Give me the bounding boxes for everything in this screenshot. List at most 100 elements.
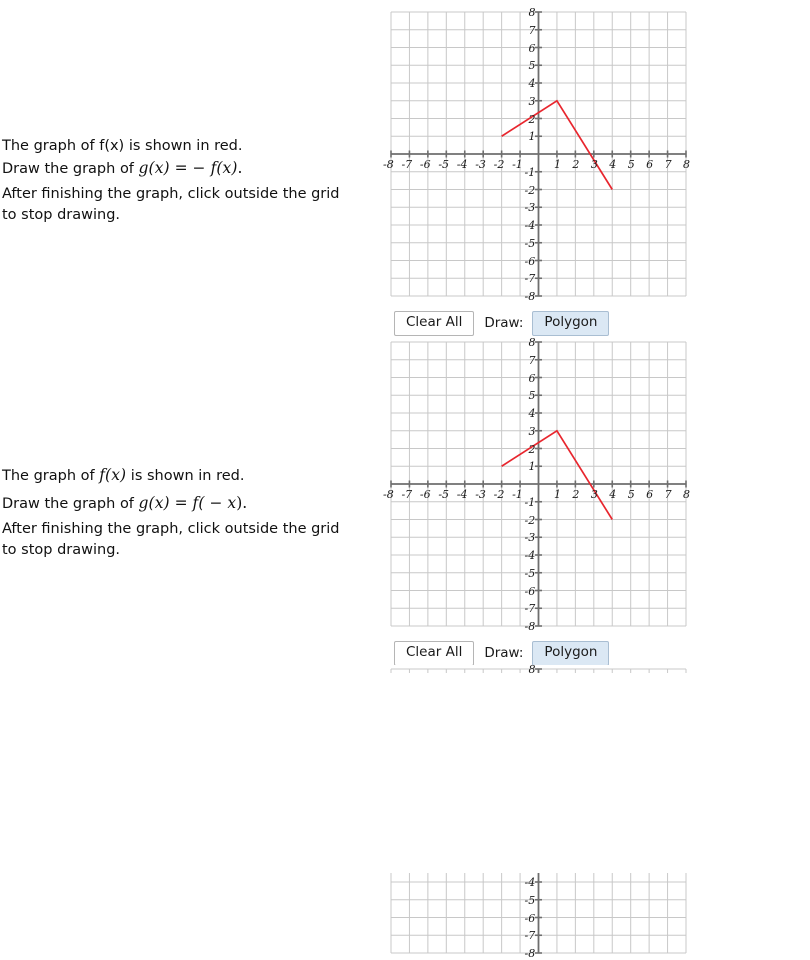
draw-mode-label: Draw: xyxy=(484,315,524,332)
y-axis-label: 2 xyxy=(528,112,536,126)
y-axis-label: -5 xyxy=(524,236,536,250)
prompt2-line-2-f-open: f( xyxy=(192,493,205,512)
y-axis-label: -3 xyxy=(524,201,536,215)
prompt2-line-2-minus-sign: − xyxy=(204,493,228,512)
prompt-line-2-period: . xyxy=(237,158,243,177)
prompt-line-1: The graph of f(x) is shown in red. xyxy=(2,136,372,157)
graph-controls-1: Clear All Draw: Polygon xyxy=(394,311,610,336)
x-axis-label: 2 xyxy=(572,158,580,171)
problem-1-prompt: The graph of f(x) is shown in red. Draw … xyxy=(2,136,372,225)
prompt-line-2-minus-sign: − xyxy=(192,158,206,177)
y-axis-label: 2 xyxy=(528,442,536,456)
y-axis-label: 3 xyxy=(528,424,536,438)
x-axis-label: 6 xyxy=(646,158,654,171)
axis-lines-2 xyxy=(391,342,686,626)
y-axis-label: -4 xyxy=(524,549,536,562)
y-axis-label: -4 xyxy=(524,219,536,232)
x-axis-label: -6 xyxy=(419,488,431,501)
prompt-line-1-pre: The graph of xyxy=(2,138,100,154)
graph-panel-1[interactable]: -8 -7 -6 -5 -4 -3 -2 -1 1 2 3 4 5 6 7 8 8 7 6 5 4 3 2 1 -1 -2 -3 -4… xyxy=(383,6,694,303)
x-axis-label: 5 xyxy=(627,488,635,501)
y-axis-label: -5 xyxy=(524,893,536,907)
y-axis-label: -6 xyxy=(524,254,536,268)
prompt2-line-1-pre: The graph of xyxy=(2,468,100,484)
prompt-line-2-equals: = xyxy=(169,158,193,177)
y-axis-label: 6 xyxy=(528,41,536,55)
y-axis-label: -1 xyxy=(524,495,536,509)
x-axis-label: -4 xyxy=(456,488,468,501)
prompt2-line-3: After finishing the graph, click outside… xyxy=(2,521,340,558)
y-axis-label: -5 xyxy=(524,566,536,580)
y-axis-label: 7 xyxy=(528,23,536,37)
y-axis-label: -2 xyxy=(524,183,536,197)
clear-all-button[interactable]: Clear All xyxy=(394,311,475,336)
y-axis-label: 8 xyxy=(528,336,536,349)
prompt2-line-2-g-of-x: g(x) xyxy=(138,493,170,512)
x-axis-label: -1 xyxy=(512,158,523,171)
prompt-line-2-g-of-x: g(x) xyxy=(138,158,170,177)
graph-controls-2: Clear All Draw: Polygon xyxy=(394,641,610,666)
x-axis-label: -2 xyxy=(493,158,505,171)
y-axis-label: -8 xyxy=(524,947,536,960)
prompt-line-3: After finishing the graph, click outside… xyxy=(2,186,340,223)
x-axis-label: 1 xyxy=(553,488,561,501)
x-axis-label: 4 xyxy=(609,488,617,501)
coordinate-grid-2[interactable]: -8 -7 -6 -5 -4 -3 -2 -1 1 2 3 4 5 6 7 8 8 7 6 5 4 3 2 1 -1 -2 -3 -4… xyxy=(383,336,691,633)
prompt-line-1-function: f(x) xyxy=(99,138,125,154)
y-axis-label: -4 xyxy=(524,876,536,889)
x-axis-label: -4 xyxy=(456,158,468,171)
x-axis-label: -7 xyxy=(401,488,413,501)
x-axis-label: 4 xyxy=(609,158,617,171)
axis-lines-1 xyxy=(391,12,686,296)
prompt-line-1-post: is shown in red. xyxy=(124,138,243,154)
y-axis-label: 1 xyxy=(528,460,536,474)
y-axis-label: 4 xyxy=(528,77,536,90)
y-axis-label: 6 xyxy=(528,371,536,385)
y-axis-label: 4 xyxy=(528,407,536,420)
problem-2-prompt: The graph of f(x) is shown in red. Draw … xyxy=(2,464,372,560)
y-axis-label: -1 xyxy=(524,165,536,179)
grid-svg-2 xyxy=(390,341,687,627)
y-axis-label: -8 xyxy=(524,620,536,633)
prompt2-line-1-post: is shown in red. xyxy=(126,468,245,484)
graph-panel-2[interactable]: -8 -7 -6 -5 -4 -3 -2 -1 1 2 3 4 5 6 7 8 8 7 6 5 4 3 2 1 -1 -2 -3 -4… xyxy=(383,336,694,633)
prompt2-line-1: The graph of f(x) is shown in red. xyxy=(2,464,372,487)
prompt-line-2-pre: Draw the graph of xyxy=(2,160,139,177)
x-axis-label: 7 xyxy=(664,488,672,501)
y-axis-label: 3 xyxy=(528,94,536,108)
coordinate-grid-1[interactable]: -8 -7 -6 -5 -4 -3 -2 -1 1 2 3 4 5 6 7 8 8 7 6 5 4 3 2 1 -1 -2 -3 -4… xyxy=(383,6,691,303)
prompt2-line-1-function: f(x) xyxy=(99,466,127,484)
y-axis-label: 5 xyxy=(528,389,536,403)
x-axis-label: 8 xyxy=(683,488,690,501)
x-axis-label: -6 xyxy=(419,158,431,171)
draw-mode-polygon-button-2[interactable]: Polygon xyxy=(532,641,610,666)
viewport-clip-mask xyxy=(0,673,810,873)
prompt-line-2-f-of-x: f(x) xyxy=(205,158,238,177)
x-axis-label: 3 xyxy=(590,158,598,171)
y-axis-label: -7 xyxy=(524,602,536,616)
x-axis-label: 1 xyxy=(553,158,561,171)
grid-svg-1 xyxy=(390,11,687,297)
y-axis-label: 1 xyxy=(528,130,536,144)
y-axis-label: -2 xyxy=(524,513,536,527)
y-axis-label: -6 xyxy=(524,911,536,925)
prompt2-line-2: Draw the graph of g(x) = f( − x). xyxy=(2,492,372,515)
x-axis-label: 3 xyxy=(590,488,598,501)
x-axis-label: 2 xyxy=(572,488,580,501)
x-axis-label: 5 xyxy=(627,158,635,171)
prompt2-line-2-equals: = xyxy=(169,493,193,512)
x-axis-label: -5 xyxy=(438,158,450,171)
y-axis-label: 5 xyxy=(528,59,536,73)
prompt2-line-2-variable: x xyxy=(227,493,237,512)
clear-all-button-2[interactable]: Clear All xyxy=(394,641,475,666)
x-axis-label: 6 xyxy=(646,488,654,501)
x-axis-label: -8 xyxy=(383,488,394,501)
y-axis-label: -3 xyxy=(524,531,536,545)
draw-mode-polygon-button[interactable]: Polygon xyxy=(532,311,610,336)
y-axis-label: -8 xyxy=(524,290,536,303)
y-axis-label: 8 xyxy=(528,6,536,19)
x-axis-label: -7 xyxy=(401,158,413,171)
y-axis-label: -7 xyxy=(524,929,536,943)
y-axis-label: -6 xyxy=(524,584,536,598)
x-axis-label: -1 xyxy=(512,488,523,501)
